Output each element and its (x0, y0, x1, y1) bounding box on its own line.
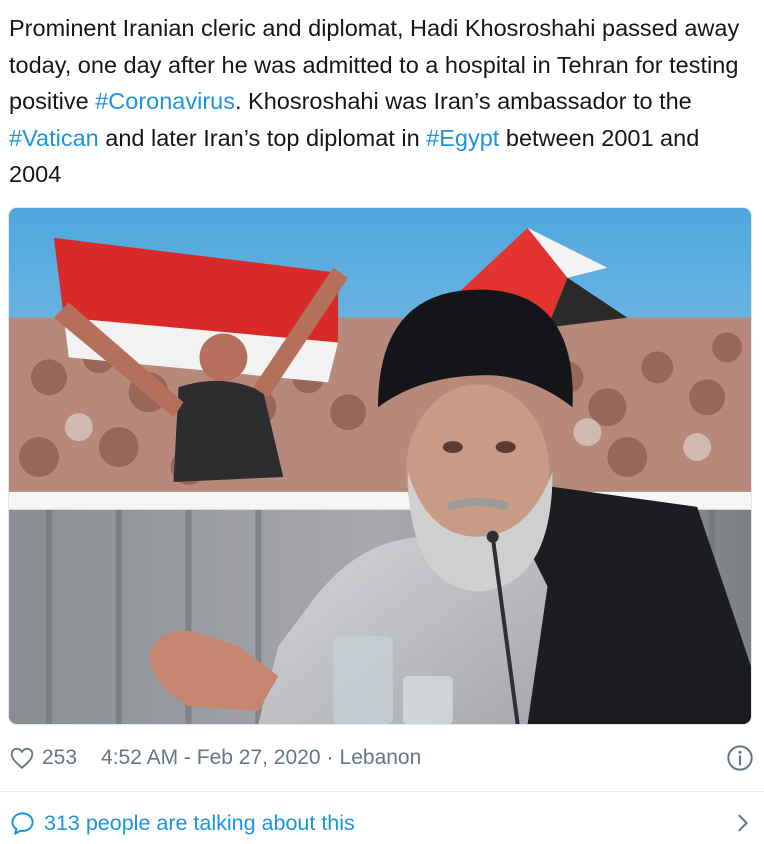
location-link[interactable]: Lebanon (340, 746, 422, 770)
conversation-label: 313 people are talking about this (44, 810, 355, 835)
info-circle-icon[interactable] (726, 744, 754, 772)
photo-illustration (9, 208, 751, 724)
heart-outline-icon (10, 747, 34, 769)
tweet-meta-row: 253 4:52 AM - Feb 27, 2020 · Lebanon (9, 740, 754, 776)
tweet-text-segment: . Khosroshahi was Iran’s ambassador to t… (234, 88, 692, 115)
hashtag-coronavirus-link[interactable]: #Coronavirus (95, 88, 235, 114)
meta-separator: · (326, 746, 334, 769)
timestamp-link[interactable]: 4:52 AM - Feb 27, 2020 (101, 746, 320, 770)
like-count: 253 (42, 746, 78, 769)
tweet-text: Prominent Iranian cleric and diplomat, H… (9, 10, 757, 193)
hashtag-egypt-link[interactable]: #Egypt (426, 125, 499, 151)
conversation-link[interactable]: 313 people are talking about this (9, 805, 754, 841)
chevron-right-icon (738, 814, 748, 832)
divider (0, 791, 764, 792)
hashtag-vatican-link[interactable]: #Vatican (9, 125, 99, 151)
like-button[interactable]: 253 (9, 745, 77, 771)
tweet-photo[interactable] (8, 207, 752, 725)
speech-bubble-icon (11, 811, 34, 835)
tweet-text-segment: and later Iran’s top diplomat in (98, 124, 427, 151)
